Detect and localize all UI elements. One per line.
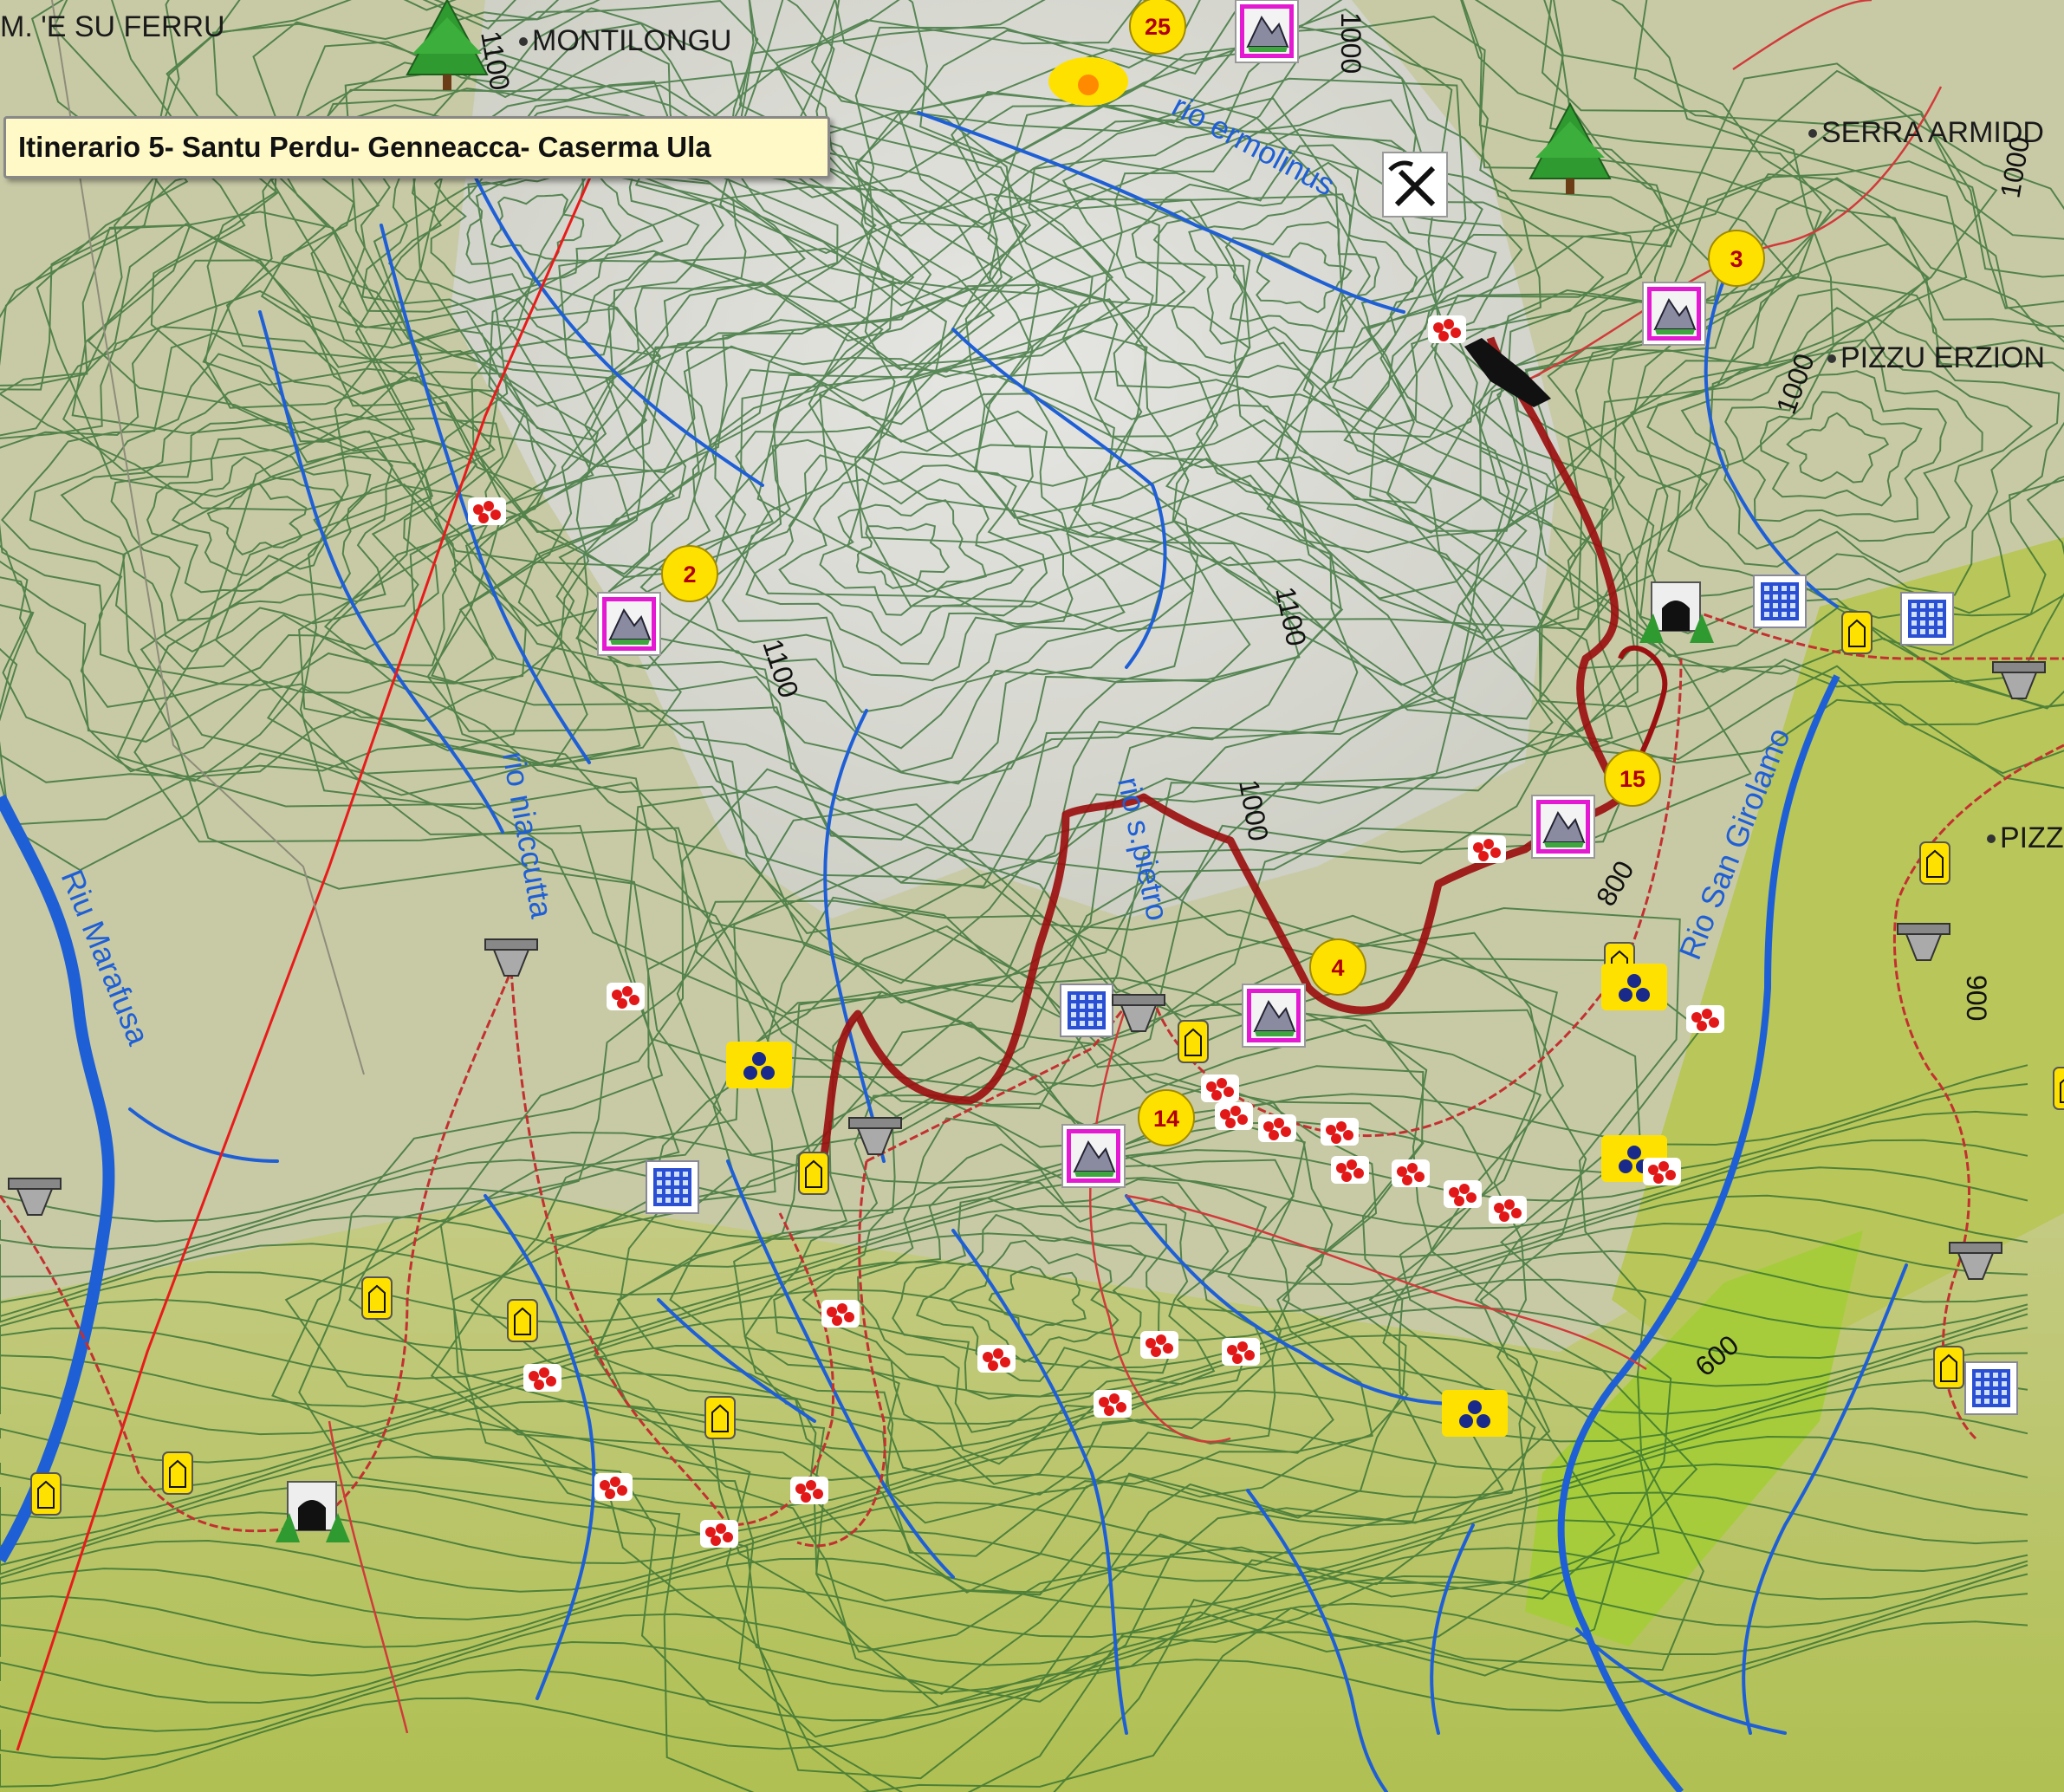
grape-icon[interactable] (1601, 964, 1667, 1010)
place-label: PIZZ (2000, 821, 2064, 854)
flower-cluster-icon (1468, 835, 1506, 863)
place-dot (519, 37, 528, 46)
building-icon[interactable] (646, 1160, 699, 1214)
hut-icon[interactable] (507, 1299, 538, 1342)
hut-icon[interactable] (2053, 1067, 2064, 1110)
hut-icon[interactable] (1933, 1346, 1964, 1389)
flower-cluster-icon (594, 1473, 633, 1501)
hut-icon[interactable] (1178, 1020, 1209, 1063)
flower-cluster-icon (1222, 1338, 1260, 1366)
flower-cluster-icon (1428, 315, 1466, 343)
building-icon[interactable] (1060, 984, 1113, 1037)
flower-cluster-icon (607, 983, 645, 1010)
mountain-peak-icon[interactable] (1235, 0, 1299, 63)
place-dot (1808, 129, 1817, 138)
waypoint-number: 15 (1619, 766, 1645, 792)
flower-cluster-icon (1201, 1075, 1239, 1102)
grape-icon[interactable] (726, 1042, 792, 1088)
hut-icon[interactable] (361, 1276, 393, 1320)
place-label: M. 'E SU FERRU (0, 10, 225, 43)
waypoint-number: 4 (1331, 955, 1344, 981)
flower-cluster-icon (790, 1477, 828, 1504)
flower-cluster-icon (977, 1345, 1016, 1373)
mountain-peak-icon[interactable] (1531, 795, 1595, 859)
sunrise-icon (1048, 57, 1128, 106)
mountain-peak-icon[interactable] (1061, 1124, 1126, 1188)
flower-cluster-icon (1094, 1390, 1132, 1418)
flower-cluster-icon (1140, 1331, 1178, 1359)
place-label: MONTILONGU (532, 24, 731, 57)
building-icon[interactable] (1964, 1361, 2018, 1415)
flower-cluster-icon (1686, 1005, 1724, 1033)
place-dot (1827, 354, 1836, 363)
itinerary-title: Itinerario 5- Santu Perdu- Genneacca- Ca… (3, 116, 830, 179)
flower-cluster-icon (1444, 1180, 1482, 1208)
contour-label: 900 (1961, 975, 1992, 1021)
flower-cluster-icon (700, 1520, 738, 1548)
grape-icon[interactable] (1442, 1390, 1508, 1437)
waypoint-number: 3 (1730, 246, 1743, 272)
flower-cluster-icon (1392, 1159, 1430, 1187)
waypoint-marker[interactable]: 4 (1309, 938, 1366, 996)
waypoint-marker[interactable]: 2 (661, 545, 718, 602)
flower-cluster-icon (1258, 1114, 1296, 1142)
flower-cluster-icon (821, 1300, 860, 1328)
waypoint-marker[interactable]: 3 (1708, 230, 1765, 287)
waypoint-marker[interactable]: 15 (1604, 750, 1661, 807)
mountain-peak-icon[interactable] (597, 592, 661, 656)
hut-icon[interactable] (30, 1472, 62, 1516)
flower-cluster-icon (1643, 1158, 1681, 1185)
hut-icon[interactable] (798, 1152, 829, 1195)
hut-icon[interactable] (704, 1396, 736, 1439)
flower-cluster-icon (523, 1364, 561, 1392)
waypoint-marker[interactable]: 14 (1138, 1089, 1195, 1146)
hut-icon[interactable] (1919, 841, 1950, 885)
flower-cluster-icon (468, 497, 506, 525)
flower-cluster-icon (1331, 1156, 1369, 1184)
waypoint-number: 25 (1145, 14, 1171, 40)
hut-icon[interactable] (1841, 611, 1873, 654)
waypoint-marker[interactable]: 25 (1129, 0, 1186, 55)
contour-label: 1000 (1335, 12, 1366, 74)
place-dot (1987, 834, 1996, 843)
waypoint-number: 2 (683, 562, 696, 588)
waypoint-number: 14 (1153, 1106, 1179, 1132)
place-label: PIZZU ERZION (1840, 341, 2045, 374)
pick-shovel-icon[interactable] (1382, 152, 1448, 218)
mountain-peak-icon[interactable] (1642, 282, 1706, 346)
map-canvas[interactable]: M. 'E SU FERRU MONTILONGUSERRA ARMIDDPIZZ… (0, 0, 2064, 1792)
topographic-map[interactable]: M. 'E SU FERRU MONTILONGU SERRA ARMIDD PIZZ… (0, 0, 2064, 1792)
flower-cluster-icon (1321, 1118, 1359, 1146)
flower-cluster-icon (1215, 1102, 1253, 1130)
flower-cluster-icon (1489, 1196, 1527, 1224)
hut-icon[interactable] (162, 1451, 193, 1495)
building-icon[interactable] (1900, 592, 1954, 646)
building-icon[interactable] (1753, 575, 1807, 628)
mountain-peak-icon[interactable] (1242, 984, 1306, 1048)
